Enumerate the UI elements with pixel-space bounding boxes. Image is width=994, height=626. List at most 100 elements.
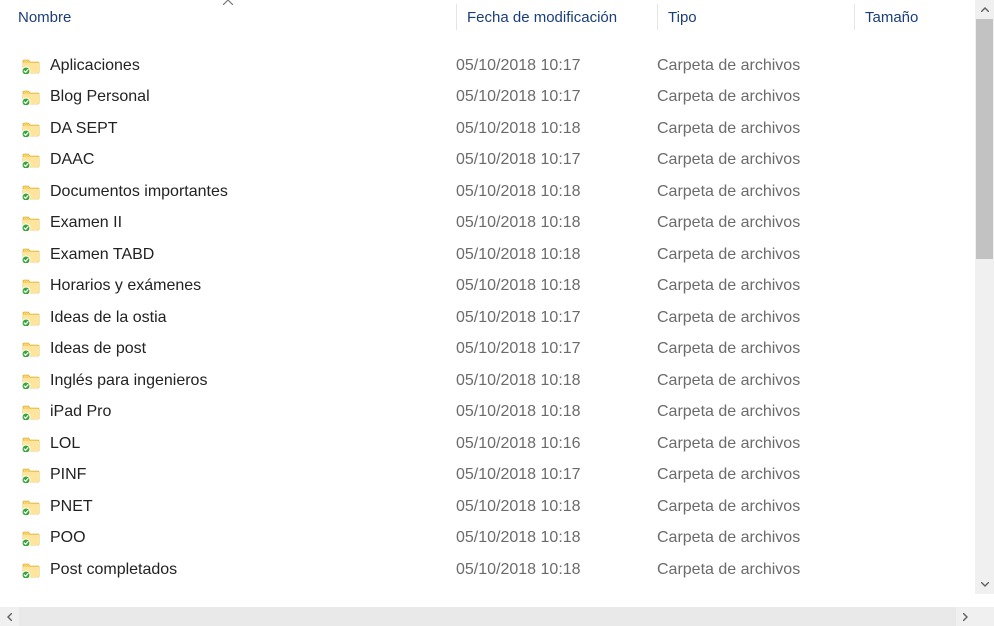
cell-date: 05/10/2018 10:18 bbox=[456, 183, 657, 201]
table-row[interactable]: Inglés para ingenieros 05/10/2018 10:18Ca… bbox=[0, 365, 975, 397]
cell-name: Examen TABD bbox=[22, 246, 456, 264]
scroll-left-arrow-icon[interactable] bbox=[0, 607, 19, 626]
table-row[interactable]: Documentos importantes 05/10/2018 10:18Ca… bbox=[0, 176, 975, 208]
list-view: Nombre Fecha de modificación Tipo Tamaño… bbox=[0, 0, 975, 594]
cell-date: 05/10/2018 10:18 bbox=[456, 403, 657, 421]
cell-type: Carpeta de archivos bbox=[657, 372, 854, 390]
column-header-name-label: Nombre bbox=[18, 9, 71, 26]
cell-date: 05/10/2018 10:18 bbox=[456, 498, 657, 516]
sort-indicator-icon bbox=[223, 0, 233, 8]
table-row[interactable]: DAAC05/10/2018 10:17Carpeta de archivos bbox=[0, 145, 975, 177]
table-row[interactable]: Examen II 05/10/2018 10:18Carpeta de arch… bbox=[0, 208, 975, 240]
vertical-scrollbar[interactable] bbox=[975, 0, 994, 594]
cell-name: Documentos importantes bbox=[22, 183, 456, 201]
folder-synced-icon bbox=[22, 467, 40, 483]
cell-type: Carpeta de archivos bbox=[657, 183, 854, 201]
folder-synced-icon bbox=[22, 499, 40, 515]
table-row[interactable]: LOL05/10/2018 10:16Carpeta de archivos bbox=[0, 428, 975, 460]
folder-synced-icon bbox=[22, 89, 40, 105]
scroll-down-arrow-icon[interactable] bbox=[975, 575, 994, 594]
vertical-scroll-thumb[interactable] bbox=[976, 19, 993, 259]
folder-synced-icon bbox=[22, 341, 40, 357]
table-row[interactable]: Horarios y exámenes05/10/2018 10:18Carpe… bbox=[0, 271, 975, 303]
file-name-label: iPad Pro bbox=[50, 403, 111, 421]
folder-synced-icon bbox=[22, 310, 40, 326]
file-name-label: PINF bbox=[50, 466, 86, 484]
file-name-label: DAAC bbox=[50, 151, 94, 169]
file-name-label: Documentos importantes bbox=[50, 183, 228, 201]
cell-date: 05/10/2018 10:18 bbox=[456, 214, 657, 232]
table-row[interactable]: Aplicaciones05/10/2018 10:17Carpeta de a… bbox=[0, 50, 975, 82]
table-row[interactable]: Ideas de post 05/10/2018 10:17Carpeta de … bbox=[0, 334, 975, 366]
file-name-label: Ideas de post bbox=[50, 340, 146, 358]
cell-name: Aplicaciones bbox=[22, 57, 456, 75]
folder-synced-icon bbox=[22, 404, 40, 420]
file-name-label: Aplicaciones bbox=[50, 57, 140, 75]
folder-synced-icon bbox=[22, 58, 40, 74]
cell-type: Carpeta de archivos bbox=[657, 561, 854, 579]
table-row[interactable]: Ideas de la ostia05/10/2018 10:17Carpeta… bbox=[0, 302, 975, 334]
cell-date: 05/10/2018 10:18 bbox=[456, 277, 657, 295]
file-name-label: DA SEPT bbox=[50, 120, 118, 138]
scrollbar-corner bbox=[975, 607, 994, 626]
cell-date: 05/10/2018 10:17 bbox=[456, 340, 657, 358]
cell-type: Carpeta de archivos bbox=[657, 340, 854, 358]
cell-date: 05/10/2018 10:18 bbox=[456, 529, 657, 547]
scroll-up-arrow-icon[interactable] bbox=[975, 0, 994, 19]
file-explorer-list: Nombre Fecha de modificación Tipo Tamaño… bbox=[0, 0, 994, 626]
cell-name: POO bbox=[22, 529, 456, 547]
folder-synced-icon bbox=[22, 562, 40, 578]
cell-type: Carpeta de archivos bbox=[657, 466, 854, 484]
table-row[interactable]: Blog Personal05/10/2018 10:17Carpeta de … bbox=[0, 82, 975, 114]
file-name-label: Horarios y exámenes bbox=[50, 277, 201, 295]
table-row[interactable]: POO05/10/2018 10:18Carpeta de archivos bbox=[0, 523, 975, 555]
table-row[interactable]: iPad Pro 05/10/2018 10:18Carpeta de archi… bbox=[0, 397, 975, 429]
cell-name: DA SEPT bbox=[22, 120, 456, 138]
file-name-label: Examen TABD bbox=[50, 246, 154, 264]
file-name-label: Blog Personal bbox=[50, 88, 150, 106]
cell-type: Carpeta de archivos bbox=[657, 435, 854, 453]
cell-date: 05/10/2018 10:17 bbox=[456, 466, 657, 484]
folder-synced-icon bbox=[22, 530, 40, 546]
cell-name: Horarios y exámenes bbox=[22, 277, 456, 295]
cell-type: Carpeta de archivos bbox=[657, 214, 854, 232]
column-header-size[interactable]: Tamaño bbox=[855, 0, 975, 34]
scroll-right-arrow-icon[interactable] bbox=[956, 607, 975, 626]
file-name-label: LOL bbox=[50, 435, 80, 453]
cell-name: PINF bbox=[22, 466, 456, 484]
file-name-label: Post completados bbox=[50, 561, 177, 579]
table-row[interactable]: PNET05/10/2018 10:18Carpeta de archivos bbox=[0, 491, 975, 523]
file-name-label: Inglés para ingenieros bbox=[50, 372, 207, 390]
folder-synced-icon bbox=[22, 152, 40, 168]
cell-name: Inglés para ingenieros bbox=[22, 372, 456, 390]
cell-date: 05/10/2018 10:18 bbox=[456, 246, 657, 264]
column-header-name[interactable]: Nombre bbox=[0, 0, 456, 34]
folder-synced-icon bbox=[22, 215, 40, 231]
cell-date: 05/10/2018 10:18 bbox=[456, 372, 657, 390]
cell-date: 05/10/2018 10:18 bbox=[456, 561, 657, 579]
cell-name: Blog Personal bbox=[22, 88, 456, 106]
cell-type: Carpeta de archivos bbox=[657, 309, 854, 327]
cell-type: Carpeta de archivos bbox=[657, 529, 854, 547]
table-row[interactable]: DA SEPT05/10/2018 10:18Carpeta de archiv… bbox=[0, 113, 975, 145]
file-name-label: Ideas de la ostia bbox=[50, 309, 167, 327]
horizontal-scroll-track[interactable] bbox=[19, 607, 956, 626]
column-header-date[interactable]: Fecha de modificación bbox=[457, 0, 657, 34]
vertical-scroll-track[interactable] bbox=[975, 19, 994, 575]
table-row[interactable]: Post completados 05/10/2018 10:18Carpeta … bbox=[0, 554, 975, 586]
cell-name: PNET bbox=[22, 498, 456, 516]
column-header-type[interactable]: Tipo bbox=[658, 0, 854, 34]
horizontal-scrollbar[interactable] bbox=[0, 607, 975, 626]
file-name-label: Examen II bbox=[50, 214, 122, 232]
cell-type: Carpeta de archivos bbox=[657, 151, 854, 169]
cell-name: Examen II bbox=[22, 214, 456, 232]
folder-synced-icon bbox=[22, 373, 40, 389]
file-list: Aplicaciones05/10/2018 10:17Carpeta de a… bbox=[0, 34, 975, 586]
cell-name: Ideas de la ostia bbox=[22, 309, 456, 327]
cell-name: Ideas de post bbox=[22, 340, 456, 358]
cell-type: Carpeta de archivos bbox=[657, 403, 854, 421]
table-row[interactable]: PINF 05/10/2018 10:17Carpeta de archivos bbox=[0, 460, 975, 492]
column-header-size-label: Tamaño bbox=[865, 9, 918, 26]
cell-name: LOL bbox=[22, 435, 456, 453]
table-row[interactable]: Examen TABD05/10/2018 10:18Carpeta de ar… bbox=[0, 239, 975, 271]
